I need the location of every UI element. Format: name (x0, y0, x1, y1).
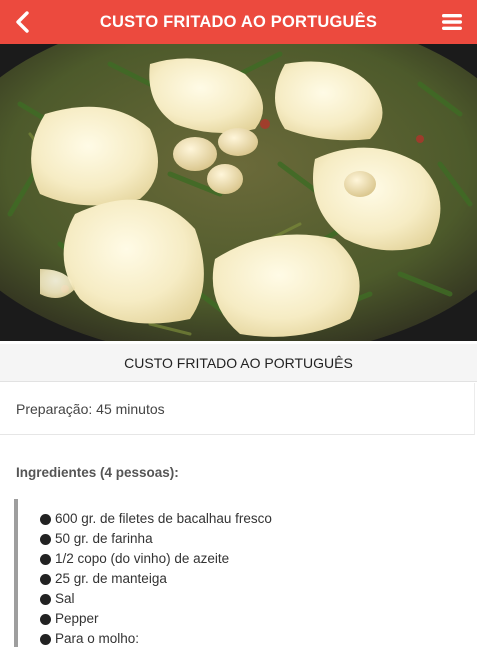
ingredient-text: 1/2 copo (do vinho) de azeite (55, 551, 230, 566)
bullet-icon (40, 593, 51, 605)
ingredient-text: 25 gr. de manteiga (55, 571, 167, 586)
hamburger-menu-icon (442, 14, 462, 30)
list-item: 25 gr. de manteiga (40, 569, 434, 589)
menu-button[interactable] (441, 12, 463, 32)
ingredient-text: Pepper (55, 611, 99, 626)
ingredient-text: 50 gr. de farinha (55, 531, 153, 546)
app-bar: CUSTO FRITADO AO PORTUGUÊS (0, 0, 477, 44)
list-item: Para o molho: (40, 629, 434, 647)
ingredients-list: 600 gr. de filetes de bacalhau fresco 50… (14, 499, 434, 647)
bullet-icon (40, 553, 51, 565)
recipe-photo (0, 44, 477, 341)
bullet-icon (40, 613, 51, 625)
back-button[interactable] (12, 10, 34, 34)
preparation-time: Preparação: 45 minutos (0, 383, 475, 435)
list-item: 600 gr. de filetes de bacalhau fresco (40, 509, 434, 529)
list-item: Sal (40, 589, 434, 609)
bullet-icon (40, 533, 51, 545)
recipe-title: CUSTO FRITADO AO PORTUGUÊS (0, 344, 477, 382)
bullet-icon (40, 513, 51, 525)
list-item: Pepper (40, 609, 434, 629)
list-item: 50 gr. de farinha (40, 529, 434, 549)
ingredient-text: Sal (55, 591, 75, 606)
ingredient-text: Para o molho: (55, 631, 140, 646)
bullet-icon (40, 633, 51, 645)
ingredients-heading: Ingredientes (4 pessoas): (16, 465, 179, 480)
bullet-icon (40, 573, 51, 585)
list-item: 1/2 copo (do vinho) de azeite (40, 549, 434, 569)
ingredient-text: 600 gr. de filetes de bacalhau fresco (55, 511, 272, 526)
chevron-left-icon (16, 11, 29, 33)
app-bar-title: CUSTO FRITADO AO PORTUGUÊS (99, 12, 378, 31)
